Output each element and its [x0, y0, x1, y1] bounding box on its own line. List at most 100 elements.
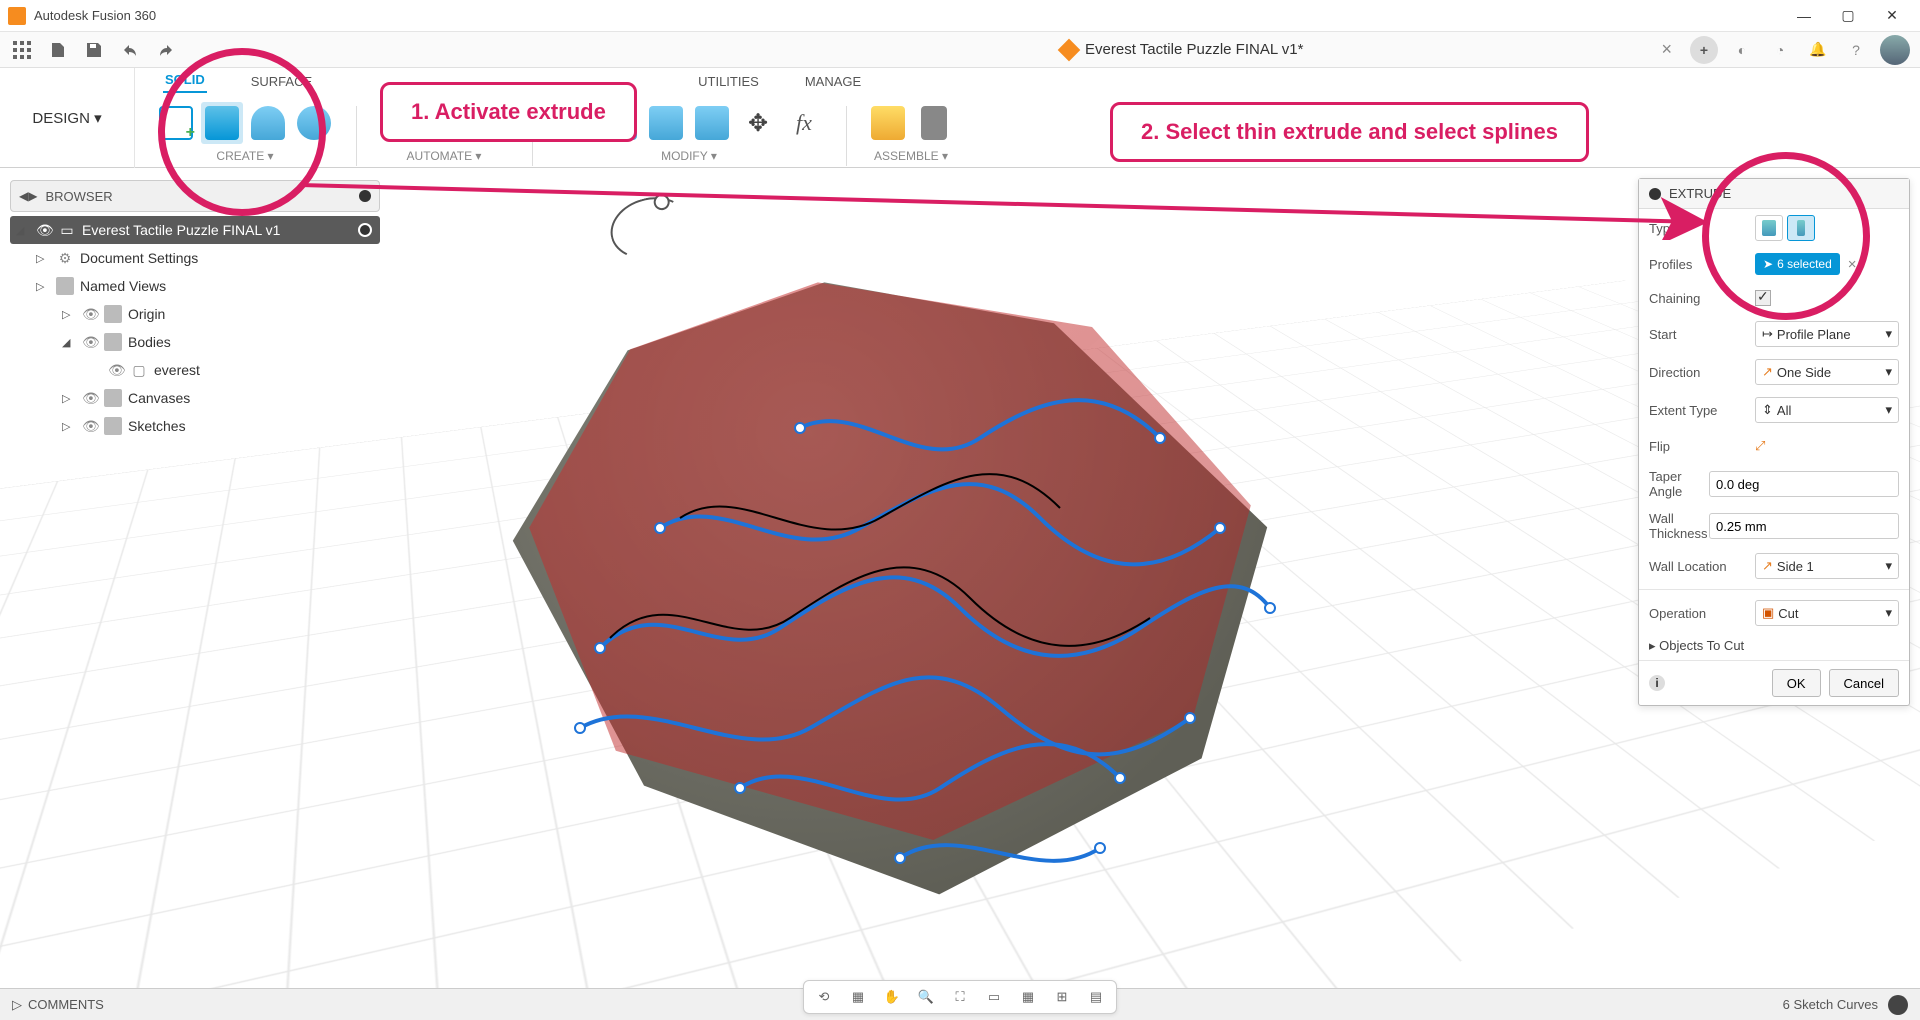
- visibility-icon[interactable]: 👁: [82, 390, 98, 407]
- expand-icon[interactable]: ▷: [62, 420, 76, 433]
- profiles-selection-chip[interactable]: ➤ 6 selected: [1755, 253, 1840, 275]
- tab-solid[interactable]: SOLID: [163, 68, 207, 93]
- extrude-dialog-header[interactable]: EXTRUDE: [1639, 179, 1909, 209]
- create-group-label[interactable]: CREATE ▾: [216, 149, 273, 167]
- file-menu-icon[interactable]: [46, 38, 70, 62]
- tree-item-document-settings[interactable]: ▷ ⚙ Document Settings: [10, 244, 380, 272]
- expand-icon[interactable]: ◢: [16, 224, 30, 237]
- visibility-icon[interactable]: 👁: [82, 306, 98, 323]
- body-icon: ▢: [130, 361, 148, 379]
- type-solid-button[interactable]: [1755, 215, 1783, 241]
- extrude-button[interactable]: [201, 102, 243, 144]
- extensions-icon[interactable]: ◐: [1728, 36, 1756, 64]
- cancel-button[interactable]: Cancel: [1829, 669, 1899, 697]
- browser-header[interactable]: ◀▶ BROWSER: [10, 180, 380, 212]
- pan-icon[interactable]: ✋: [882, 987, 902, 1007]
- visibility-icon[interactable]: 👁: [82, 418, 98, 435]
- tree-item-origin[interactable]: ▷ 👁 Origin: [10, 300, 380, 328]
- combine-button[interactable]: [691, 102, 733, 144]
- expand-icon[interactable]: ▷: [62, 308, 76, 321]
- start-dropdown[interactable]: ↦Profile Plane▾: [1755, 321, 1899, 347]
- tab-manage[interactable]: MANAGE: [803, 70, 863, 93]
- visibility-icon[interactable]: 👁: [36, 222, 52, 239]
- browser-panel: ◀▶ BROWSER ◢ 👁 ▭ Everest Tactile Puzzle …: [10, 180, 380, 440]
- comments-label: COMMENTS: [28, 997, 104, 1012]
- comments-toggle[interactable]: ▷ COMMENTS: [12, 997, 104, 1013]
- settings-icon[interactable]: [1888, 995, 1908, 1015]
- expand-icon[interactable]: ◢: [62, 336, 76, 349]
- job-status-icon[interactable]: ◔: [1766, 36, 1794, 64]
- parameters-button[interactable]: fx: [783, 102, 825, 144]
- tab-surface[interactable]: SURFACE: [249, 70, 314, 93]
- info-icon[interactable]: i: [1649, 675, 1665, 691]
- redo-icon[interactable]: [154, 38, 178, 62]
- operation-dropdown[interactable]: ▣Cut▾: [1755, 600, 1899, 626]
- extent-type-dropdown[interactable]: ⇕All▾: [1755, 397, 1899, 423]
- fit-icon[interactable]: ⛶: [950, 987, 970, 1007]
- collapse-icon[interactable]: [1649, 188, 1661, 200]
- close-button[interactable]: ✕: [1872, 2, 1912, 30]
- modify-group-label[interactable]: MODIFY ▾: [661, 149, 717, 167]
- extrude-dialog: EXTRUDE Type Profiles ➤ 6 selected × Cha…: [1638, 178, 1910, 706]
- tab-utilities[interactable]: UTILITIES: [696, 70, 761, 93]
- profiles-count: 6 selected: [1777, 257, 1832, 271]
- clear-selection-button[interactable]: ×: [1844, 256, 1861, 273]
- orbit-indicator[interactable]: [604, 189, 697, 268]
- document-close-button[interactable]: ×: [1655, 39, 1678, 60]
- flip-button[interactable]: ⤢: [1755, 438, 1765, 454]
- expand-icon[interactable]: ▷: [62, 392, 76, 405]
- chaining-checkbox[interactable]: [1755, 290, 1771, 306]
- tree-item-named-views[interactable]: ▷ Named Views: [10, 272, 380, 300]
- visibility-icon[interactable]: 👁: [82, 334, 98, 351]
- grid-settings-icon[interactable]: ▦: [1018, 987, 1038, 1007]
- tree-root[interactable]: ◢ 👁 ▭ Everest Tactile Puzzle FINAL v1: [10, 216, 380, 244]
- wall-location-dropdown[interactable]: ↗Side 1▾: [1755, 553, 1899, 579]
- model-terrain[interactable]: [480, 228, 1300, 908]
- ok-button[interactable]: OK: [1772, 669, 1821, 697]
- wall-thickness-input[interactable]: [1709, 513, 1899, 539]
- create-sketch-button[interactable]: [155, 102, 197, 144]
- joint-button[interactable]: [913, 102, 955, 144]
- automate-group-label[interactable]: AUTOMATE ▾: [407, 149, 482, 167]
- viewports-icon[interactable]: ▤: [1086, 987, 1106, 1007]
- browser-options-icon[interactable]: [359, 190, 371, 202]
- expand-icon[interactable]: ▷: [36, 252, 50, 265]
- ribbon: DESIGN ▾ SOLID SURFACE UTILITIES MANAGE …: [0, 68, 1920, 168]
- taper-angle-input[interactable]: [1709, 471, 1899, 497]
- folder-icon: [104, 305, 122, 323]
- document-tab[interactable]: Everest Tactile Puzzle FINAL v1*: [1061, 41, 1303, 58]
- help-icon[interactable]: ?: [1842, 36, 1870, 64]
- move-button[interactable]: ✥: [737, 102, 779, 144]
- display-settings-icon[interactable]: ▭: [984, 987, 1004, 1007]
- new-component-button[interactable]: [867, 102, 909, 144]
- undo-icon[interactable]: [118, 38, 142, 62]
- orbit-icon[interactable]: ⟲: [814, 987, 834, 1007]
- tree-item-sketches[interactable]: ▷ 👁 Sketches: [10, 412, 380, 440]
- visibility-icon[interactable]: 👁: [108, 362, 124, 379]
- type-thin-button[interactable]: [1787, 215, 1815, 241]
- workspace-selector[interactable]: DESIGN ▾: [0, 68, 135, 168]
- assemble-group-label[interactable]: ASSEMBLE ▾: [874, 149, 948, 167]
- sketch-splines[interactable]: [480, 228, 1300, 908]
- zoom-icon[interactable]: 🔍: [916, 987, 936, 1007]
- sweep-button[interactable]: [293, 102, 335, 144]
- notifications-icon[interactable]: 🔔: [1804, 36, 1832, 64]
- save-icon[interactable]: [82, 38, 106, 62]
- maximize-button[interactable]: ▢: [1828, 2, 1868, 30]
- tree-item-bodies[interactable]: ◢ 👁 Bodies: [10, 328, 380, 356]
- activate-radio[interactable]: [358, 223, 372, 237]
- user-avatar[interactable]: [1880, 35, 1910, 65]
- revolve-button[interactable]: [247, 102, 289, 144]
- chaining-label: Chaining: [1649, 291, 1755, 306]
- new-tab-button[interactable]: +: [1690, 36, 1718, 64]
- direction-dropdown[interactable]: ↗One Side▾: [1755, 359, 1899, 385]
- look-at-icon[interactable]: ▦: [848, 987, 868, 1007]
- snap-icon[interactable]: ⊞: [1052, 987, 1072, 1007]
- expand-icon[interactable]: ▷: [36, 280, 50, 293]
- objects-to-cut-section[interactable]: ▸ Objects To Cut: [1639, 632, 1909, 660]
- tree-item-canvases[interactable]: ▷ 👁 Canvases: [10, 384, 380, 412]
- shell-button[interactable]: [645, 102, 687, 144]
- apps-grid-icon[interactable]: [10, 38, 34, 62]
- tree-item-everest-body[interactable]: ▷ 👁 ▢ everest: [10, 356, 380, 384]
- minimize-button[interactable]: —: [1784, 2, 1824, 30]
